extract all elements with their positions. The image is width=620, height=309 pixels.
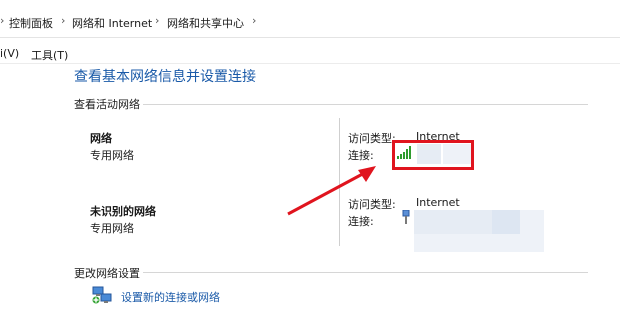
network-2-access-type-value: Internet [416, 196, 460, 209]
network-2-connection-label: 连接: [348, 215, 374, 228]
network-2-connection-obscured-4 [414, 234, 544, 252]
network-sharing-center-window: › 控制面板 › 网络和 Internet › 网络和共享中心 › i(V) 工… [0, 0, 620, 309]
breadcrumb-network-sharing-center[interactable]: 网络和共享中心 [167, 15, 244, 31]
network-1-type-link[interactable]: 专用网络 [90, 147, 134, 163]
network-2-connection-obscured-2 [492, 210, 520, 234]
network-1-access-type-label: 访问类型: [348, 132, 396, 145]
active-networks-label: 查看活动网络 [74, 98, 140, 111]
breadcrumb-network-internet[interactable]: 网络和 Internet [72, 15, 152, 31]
network-1-connection-label: 连接: [348, 149, 374, 162]
menu-view[interactable]: i(V) [0, 47, 19, 60]
menu-bar [0, 42, 620, 64]
connection-highlight-box [392, 140, 474, 170]
page-title: 查看基本网络信息并设置连接 [74, 69, 256, 85]
chevron-right-icon: › [0, 14, 5, 27]
network-2-connection-obscured-3 [520, 210, 544, 234]
network-1-name: 网络 [90, 132, 112, 145]
change-settings-label: 更改网络设置 [74, 267, 140, 280]
menu-bar-divider [0, 63, 620, 64]
address-bar: › 控制面板 › 网络和 Internet › 网络和共享中心 › [0, 0, 620, 42]
ethernet-icon [402, 210, 410, 224]
setup-new-connection-link[interactable]: 设置新的连接或网络 [121, 289, 220, 305]
network-2-type-link[interactable]: 专用网络 [90, 220, 134, 236]
network-2-access-type-label: 访问类型: [348, 198, 396, 211]
breadcrumb-control-panel[interactable]: 控制面板 [9, 15, 53, 31]
chevron-right-icon[interactable]: › [61, 14, 65, 27]
network-2-name: 未识别的网络 [90, 205, 156, 218]
network-2-connection-obscured[interactable] [414, 210, 492, 234]
menu-tools[interactable]: 工具(T) [31, 47, 68, 63]
change-settings-divider [143, 272, 588, 273]
network-setup-icon[interactable] [91, 285, 113, 305]
address-bar-divider [0, 37, 620, 38]
chevron-right-icon[interactable]: › [252, 14, 256, 27]
active-networks-divider [143, 104, 588, 105]
chevron-right-icon[interactable]: › [155, 14, 159, 27]
